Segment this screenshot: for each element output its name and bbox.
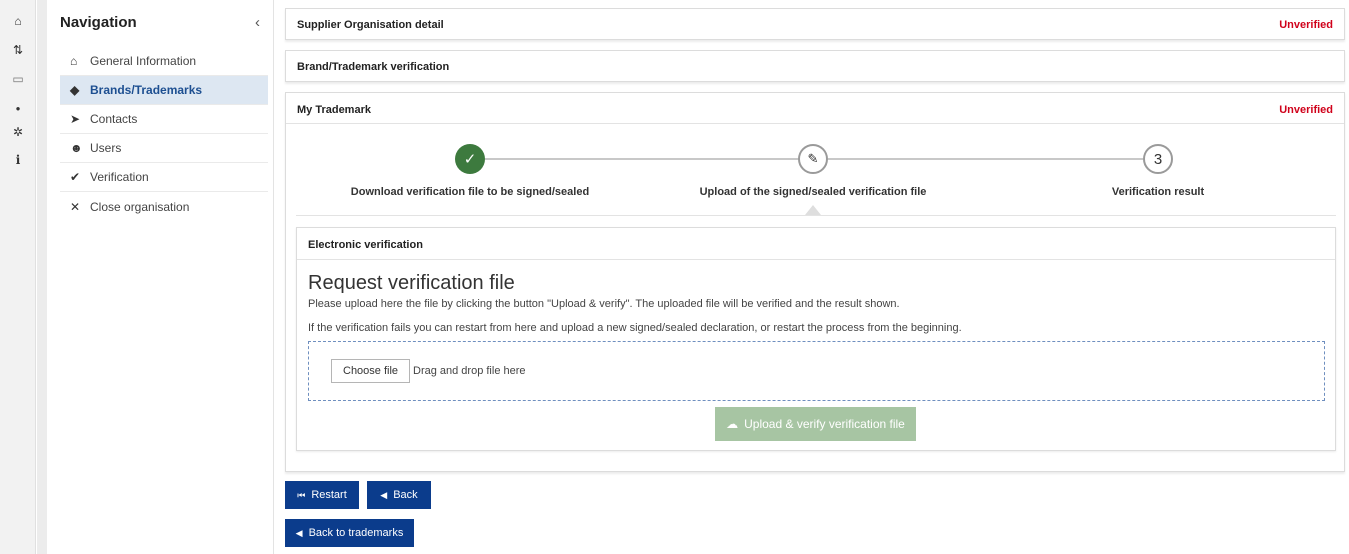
back-label: Back [393, 489, 418, 501]
caret-left-icon: ◀ [295, 527, 303, 538]
step-label: Download verification file to be signed/… [350, 186, 590, 198]
status-badge: Unverified [1279, 104, 1333, 116]
card-title: Brand/Trademark verification [297, 61, 450, 73]
instruction-text: If the verification fails you can restar… [308, 322, 962, 334]
inner-card-title: Electronic verification [308, 239, 423, 251]
dot-icon[interactable]: ● [0, 98, 36, 118]
icon-rail: ⌂ ⇅ ▭ ● ✲ i [0, 0, 36, 554]
back-to-trademarks-label: Back to trademarks [308, 527, 404, 539]
step-number: 3 [1143, 144, 1173, 174]
instruction-text: Please upload here the file by clicking … [308, 298, 900, 310]
inner-card-header: Electronic verification [297, 228, 1335, 260]
upload-verify-button[interactable]: ☁ Upload & verify verification file [715, 407, 916, 441]
pencil-icon: ✎ [798, 144, 828, 174]
step-pointer [805, 205, 821, 215]
caret-left-icon: ◀ [380, 489, 388, 500]
divider [286, 123, 1344, 124]
nav-title: Navigation [60, 14, 137, 31]
nav-item-label: Users [90, 141, 122, 155]
electronic-verification-card: Electronic verification Request verifica… [296, 227, 1336, 451]
step-connector [485, 158, 800, 160]
status-badge: Unverified [1279, 19, 1333, 31]
close-icon: ✕ [70, 199, 81, 214]
nav-item-label: General Information [90, 54, 197, 68]
nav-item-label: Close organisation [90, 199, 190, 214]
home-icon: ⌂ [70, 54, 78, 68]
nav-item-users[interactable]: ☻ Users [60, 134, 268, 163]
gutter [37, 0, 47, 554]
info-icon[interactable]: i [0, 150, 36, 170]
nav-item-brands-trademarks[interactable]: ◆ Brands/Trademarks [60, 76, 268, 105]
back-button[interactable]: ◀ Back [367, 481, 431, 509]
request-title: Request verification file [308, 272, 515, 294]
home-icon[interactable]: ⌂ [0, 11, 36, 31]
chevron-left-icon[interactable]: ‹ [255, 14, 260, 31]
skip-back-icon: ⏮ [297, 489, 306, 500]
nav-item-label: Verification [90, 170, 149, 184]
check-icon: ✓ [455, 144, 485, 174]
card-title: My Trademark [297, 104, 371, 116]
upload-verify-label: Upload & verify verification file [744, 417, 905, 431]
step-label: Upload of the signed/sealed verification… [699, 186, 927, 198]
brand-verification-card[interactable]: Brand/Trademark verification [285, 50, 1345, 82]
nav-item-verification[interactable]: ✔ Verification [60, 163, 268, 192]
nav-item-contacts[interactable]: ➤ Contacts [60, 105, 268, 134]
tag-icon: ◆ [70, 83, 80, 97]
choose-file-button[interactable]: Choose file [331, 359, 411, 383]
nav-item-close-organisation[interactable]: ✕ Close organisation [60, 192, 268, 221]
divider [296, 215, 1336, 216]
nav-list: ⌂ General Information ◆ Brands/Trademark… [60, 47, 268, 221]
nav-item-general-information[interactable]: ⌂ General Information [60, 47, 268, 76]
restart-button[interactable]: ⏮ Restart [285, 481, 359, 509]
cloud-upload-icon: ☁ [726, 417, 739, 431]
trademark-card: My Trademark Unverified ✓ ✎ 3 Download v… [285, 92, 1345, 472]
step-label: Verification result [1111, 186, 1205, 198]
nav-item-label: Contacts [90, 112, 138, 126]
users-icon: ☻ [70, 141, 83, 155]
nav-header: Navigation ‹ [60, 14, 268, 36]
supplier-organisation-card[interactable]: Supplier Organisation detail Unverified [285, 8, 1345, 40]
sort-icon[interactable]: ⇅ [0, 40, 36, 60]
send-icon: ➤ [70, 112, 81, 126]
step-connector [828, 158, 1143, 160]
drop-text: Drag and drop file here [413, 365, 526, 377]
card-title: Supplier Organisation detail [297, 19, 444, 31]
back-to-trademarks-button[interactable]: ◀ Back to trademarks [285, 519, 414, 547]
gear-icon[interactable]: ✲ [0, 122, 36, 142]
file-dropzone[interactable]: Choose file Drag and drop file here [308, 341, 1325, 401]
check-circle-icon: ✔ [70, 170, 81, 184]
restart-label: Restart [311, 489, 347, 501]
navigation-panel: Navigation ‹ ⌂ General Information ◆ Bra… [48, 0, 274, 554]
nav-item-label: Brands/Trademarks [90, 83, 203, 97]
folder-icon[interactable]: ▭ [0, 69, 36, 89]
